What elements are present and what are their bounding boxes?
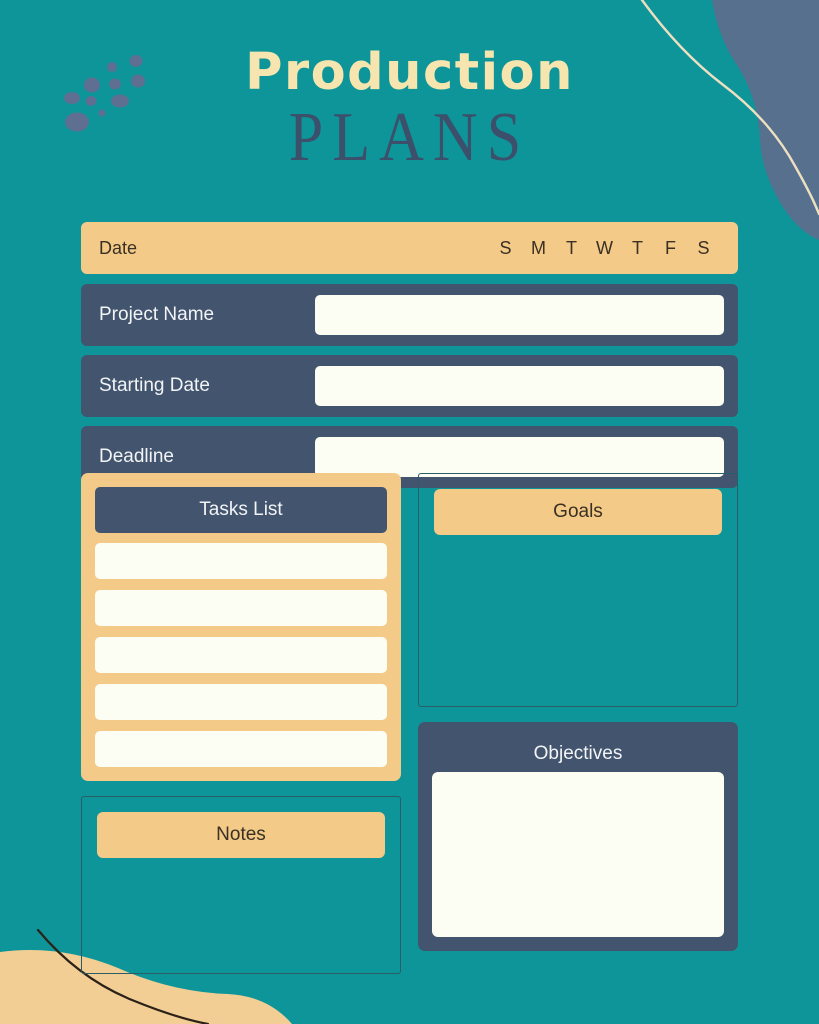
notes-textarea[interactable] [97,858,385,958]
task-input-2[interactable] [95,590,387,626]
lower-section: Tasks List Notes Goals Objectives [81,473,738,974]
page-header: Production PLANS [0,43,819,174]
project-name-label: Project Name [99,304,215,325]
weekday-mon[interactable]: M [522,238,555,259]
tasks-list-panel: Tasks List [81,473,401,781]
task-input-1[interactable] [95,543,387,579]
goals-panel: Goals [418,473,738,707]
weekday-sat[interactable]: S [687,238,720,259]
page-title-main: Production [245,43,574,102]
starting-date-label: Starting Date [99,375,210,396]
objectives-panel: Objectives [418,722,738,951]
weekday-wed[interactable]: W [588,238,621,259]
production-plans-page: Production PLANS Date S M T W T F S Proj… [0,0,819,1024]
task-input-4[interactable] [95,684,387,720]
weekday-sun[interactable]: S [489,238,522,259]
objectives-header: Objectives [533,743,623,764]
starting-date-row: Starting Date [81,355,738,417]
project-name-row: Project Name [81,284,738,346]
project-name-input[interactable] [315,295,724,335]
date-label: Date [99,237,138,258]
objectives-textarea[interactable] [432,772,724,937]
page-title-sub: PLANS [288,99,531,176]
notes-wrapper: Notes [81,796,401,974]
starting-date-input[interactable] [315,366,724,406]
notes-header: Notes [97,812,385,858]
weekday-selector[interactable]: S M T W T F S [489,238,720,259]
tasks-list-header: Tasks List [95,487,387,533]
weekday-fri[interactable]: F [654,238,687,259]
goals-textarea[interactable] [434,535,722,691]
task-input-3[interactable] [95,637,387,673]
left-column: Tasks List Notes [81,473,401,974]
weekday-tue[interactable]: T [555,238,588,259]
goals-header: Goals [434,489,722,535]
notes-panel: Notes [81,796,401,974]
task-input-5[interactable] [95,731,387,767]
date-row[interactable]: Date S M T W T F S [81,222,738,274]
weekday-thu[interactable]: T [621,238,654,259]
deadline-input[interactable] [315,437,724,477]
right-column: Goals Objectives [418,473,738,974]
deadline-label: Deadline [99,446,174,467]
top-form: Date S M T W T F S Project Name Starting… [81,222,738,497]
